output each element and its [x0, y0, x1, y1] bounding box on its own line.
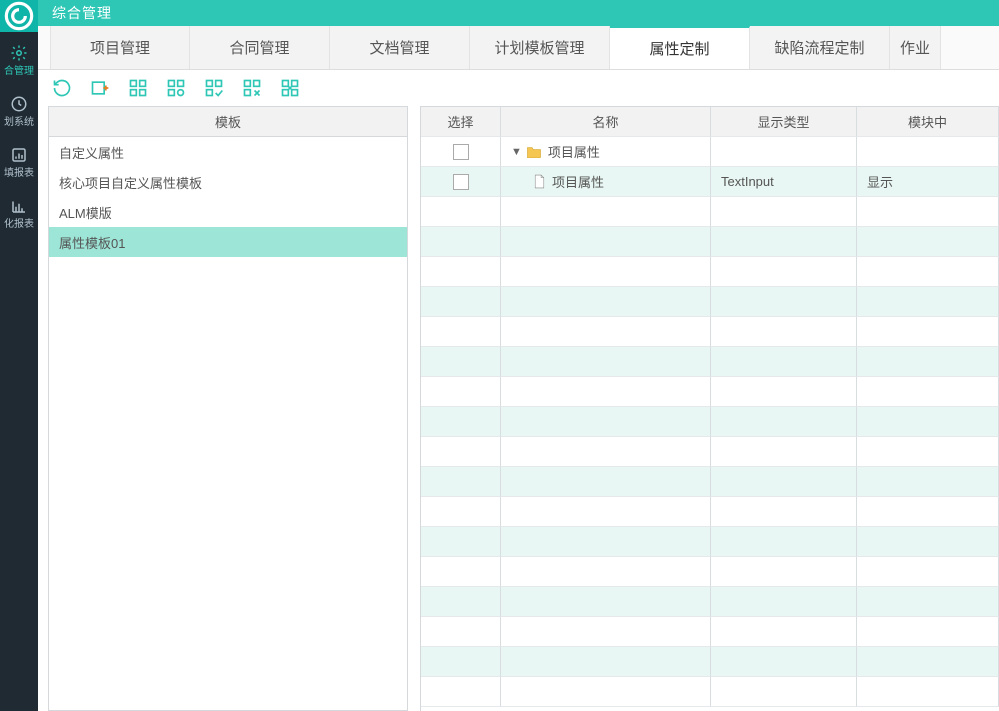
file-icon	[533, 174, 546, 189]
checkbox[interactable]	[453, 174, 469, 190]
tab-job[interactable]: 作业	[890, 26, 941, 69]
table-row-empty	[421, 347, 999, 377]
tab-doc-manage[interactable]: 文档管理	[330, 26, 470, 69]
table-row-empty	[421, 497, 999, 527]
rail-label: 填报表	[4, 168, 34, 179]
rail-label: 划系统	[4, 117, 34, 128]
cell-name[interactable]: ▼ 项目属性	[501, 137, 711, 167]
main-area: 综合管理 项目管理 合同管理 文档管理 计划模板管理 属性定制 缺陷流程定制 作…	[38, 0, 999, 711]
cell-module: 显示	[857, 167, 999, 197]
table-row-empty	[421, 467, 999, 497]
table-row-empty	[421, 197, 999, 227]
attribute-table: 选择 名称 显示类型 模块中 ▼ 项目属性	[420, 106, 999, 711]
template-panel-header: 模板	[49, 107, 407, 137]
tab-plan-template[interactable]: 计划模板管理	[470, 26, 610, 69]
col-header-display-type: 显示类型	[711, 107, 857, 137]
table-row-empty	[421, 617, 999, 647]
content-area: 模板 自定义属性 核心项目自定义属性模板 ALM模版 属性模板01 选择 名称 …	[38, 106, 999, 711]
row-name-label: 项目属性	[552, 172, 604, 191]
template-panel: 模板 自定义属性 核心项目自定义属性模板 ALM模版 属性模板01	[48, 106, 408, 711]
table-row-empty	[421, 407, 999, 437]
template-item[interactable]: 属性模板01	[49, 227, 407, 257]
cell-select[interactable]	[421, 167, 501, 197]
table-row-empty	[421, 287, 999, 317]
cell-name[interactable]: 项目属性	[501, 167, 711, 197]
folder-icon	[526, 145, 542, 158]
table-row[interactable]: 项目属性 TextInput 显示	[421, 167, 999, 197]
template-item[interactable]: 自定义属性	[49, 137, 407, 167]
table-row-empty	[421, 317, 999, 347]
col-header-name: 名称	[501, 107, 711, 137]
logo-icon	[0, 0, 38, 32]
toolbar	[38, 70, 999, 106]
template-item[interactable]: ALM模版	[49, 197, 407, 227]
table-row-empty	[421, 587, 999, 617]
grid-icon-2[interactable]	[166, 78, 186, 98]
refresh-icon[interactable]	[52, 78, 72, 98]
col-header-select: 选择	[421, 107, 501, 137]
checkbox[interactable]	[453, 144, 469, 160]
col-header-module: 模块中	[857, 107, 999, 137]
rail-item-plan[interactable]: 划系统	[0, 83, 38, 134]
tree-collapse-icon[interactable]: ▼	[511, 146, 522, 158]
table-row-empty	[421, 377, 999, 407]
table-row-empty	[421, 257, 999, 287]
rail-item-chart[interactable]: 化报表	[0, 185, 38, 236]
tab-defect-flow[interactable]: 缺陷流程定制	[750, 26, 890, 69]
tab-project-manage[interactable]: 项目管理	[50, 26, 190, 69]
table-row-empty	[421, 557, 999, 587]
side-rail: 合管理 划系统 填报表 化报表	[0, 0, 38, 711]
grid-icon-3[interactable]	[204, 78, 224, 98]
chart-icon	[10, 197, 28, 215]
table-row-empty	[421, 437, 999, 467]
rail-label: 化报表	[4, 219, 34, 230]
table-row-empty	[421, 527, 999, 557]
tabs-bar: 项目管理 合同管理 文档管理 计划模板管理 属性定制 缺陷流程定制 作业	[38, 26, 999, 70]
cell-display-type	[711, 137, 857, 167]
row-name-label: 项目属性	[548, 142, 600, 161]
template-list: 自定义属性 核心项目自定义属性模板 ALM模版 属性模板01	[49, 137, 407, 710]
template-item[interactable]: 核心项目自定义属性模板	[49, 167, 407, 197]
tab-contract-manage[interactable]: 合同管理	[190, 26, 330, 69]
title-bar: 综合管理	[38, 0, 999, 26]
table-header-row: 选择 名称 显示类型 模块中	[421, 107, 999, 137]
cell-select[interactable]	[421, 137, 501, 167]
rail-item-manage[interactable]: 合管理	[0, 32, 38, 83]
gear-icon	[10, 44, 28, 62]
clock-icon	[10, 95, 28, 113]
cell-display-type: TextInput	[711, 167, 857, 197]
page-title: 综合管理	[52, 3, 112, 23]
new-item-icon[interactable]	[90, 78, 110, 98]
grid-icon-5[interactable]	[280, 78, 300, 98]
table-row[interactable]: ▼ 项目属性	[421, 137, 999, 167]
cell-module	[857, 137, 999, 167]
rail-item-report[interactable]: 填报表	[0, 134, 38, 185]
table-row-empty	[421, 227, 999, 257]
table-body: ▼ 项目属性	[421, 137, 999, 711]
table-row-empty	[421, 647, 999, 677]
rail-label: 合管理	[4, 66, 34, 77]
grid-icon-1[interactable]	[128, 78, 148, 98]
grid-icon-4[interactable]	[242, 78, 262, 98]
report-icon	[10, 146, 28, 164]
table-row-empty	[421, 677, 999, 707]
tab-attr-custom[interactable]: 属性定制	[610, 26, 750, 69]
